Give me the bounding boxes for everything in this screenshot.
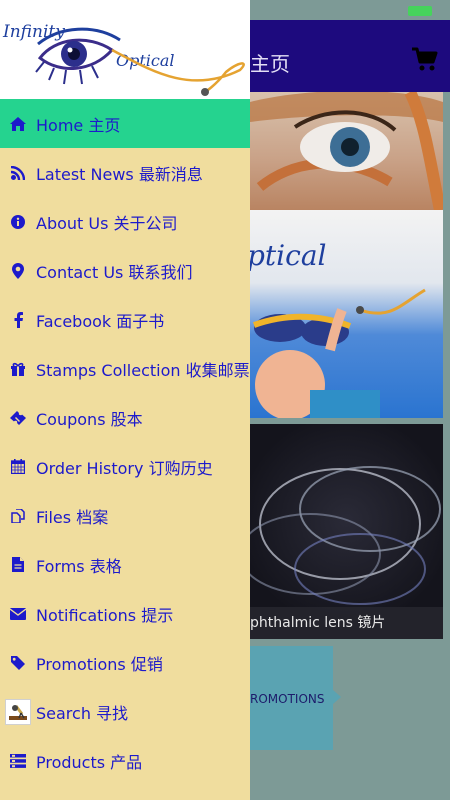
menu-item-label: Promotions 促销 [36, 654, 163, 674]
lens-caption: phthalmic lens 镜片 [250, 607, 443, 639]
promotions-tile[interactable]: ROMOTIONS [250, 646, 333, 750]
menu-item-label: Notifications 提示 [36, 605, 174, 625]
menu-item-label: Contact Us 联系我们 [36, 262, 193, 282]
promotions-tile-label: ROMOTIONS [250, 692, 325, 706]
location-pin-icon [0, 262, 36, 279]
promotions-arrow-icon [333, 690, 341, 704]
rss-icon [0, 165, 36, 180]
menu-item-facebook[interactable]: Facebook 面子书 [0, 295, 250, 344]
shopping-cart-icon[interactable] [410, 45, 438, 73]
header-title: 主页 [250, 52, 290, 76]
gift-icon [0, 362, 36, 376]
battery-icon [408, 6, 432, 16]
menu-item-about-us[interactable]: About Us 关于公司 [0, 197, 250, 246]
menu-item-files[interactable]: Files 档案 [0, 491, 250, 540]
drawer-menu: Home 主页 Latest News 最新消息 About Us 关于公司 C… [0, 99, 250, 785]
menu-item-label: Files 档案 [36, 507, 109, 527]
ophthalmic-lens-image: phthalmic lens 镜片 [250, 424, 443, 639]
menu-item-notifications[interactable]: Notifications 提示 [0, 589, 250, 638]
banner-logo-text: ptical [250, 239, 326, 272]
ticket-icon [0, 410, 36, 425]
brand-logo: Infinity Optical [0, 0, 250, 99]
menu-item-label: Products 产品 [36, 752, 143, 772]
menu-item-promotions[interactable]: Promotions 促销 [0, 638, 250, 687]
menu-item-latest-news[interactable]: Latest News 最新消息 [0, 148, 250, 197]
products-list-icon [0, 753, 36, 768]
menu-item-label: Coupons 股本 [36, 409, 143, 429]
menu-item-label: Stamps Collection 收集邮票 [36, 360, 250, 380]
menu-item-forms[interactable]: Forms 表格 [0, 540, 250, 589]
menu-item-label: Facebook 面子书 [36, 311, 165, 331]
home-icon [0, 116, 36, 131]
files-icon [0, 508, 36, 523]
search-thumbnail-icon [0, 698, 36, 725]
navigation-drawer: Infinity Optical Home 主页 Latest News 最新消… [0, 0, 250, 800]
menu-item-search[interactable]: Search 寻找 [0, 687, 250, 736]
promo-banner-image: ptical [250, 210, 443, 418]
menu-item-contact-us[interactable]: Contact Us 联系我们 [0, 246, 250, 295]
menu-item-label: Order History 订购历史 [36, 458, 213, 478]
envelope-icon [0, 607, 36, 620]
tag-icon [0, 655, 36, 670]
menu-item-order-history[interactable]: Order History 订购历史 [0, 442, 250, 491]
calendar-icon [0, 459, 36, 474]
menu-item-label: Forms 表格 [36, 556, 122, 576]
infinity-optical-logo: Infinity Optical [2, 22, 245, 96]
menu-item-label: Search 寻找 [36, 703, 129, 723]
menu-item-label: About Us 关于公司 [36, 213, 178, 233]
menu-item-home[interactable]: Home 主页 [0, 99, 250, 148]
document-icon [0, 557, 36, 572]
menu-item-products[interactable]: Products 产品 [0, 736, 250, 785]
facebook-icon [0, 311, 36, 328]
eye-glasses-image [250, 92, 443, 210]
menu-item-label: Home 主页 [36, 115, 121, 135]
info-icon [0, 214, 36, 229]
menu-item-stamps-collection[interactable]: Stamps Collection 收集邮票 [0, 344, 250, 393]
menu-item-label: Latest News 最新消息 [36, 164, 203, 184]
menu-item-coupons[interactable]: Coupons 股本 [0, 393, 250, 442]
svg-text:Infinity: Infinity [2, 22, 65, 42]
